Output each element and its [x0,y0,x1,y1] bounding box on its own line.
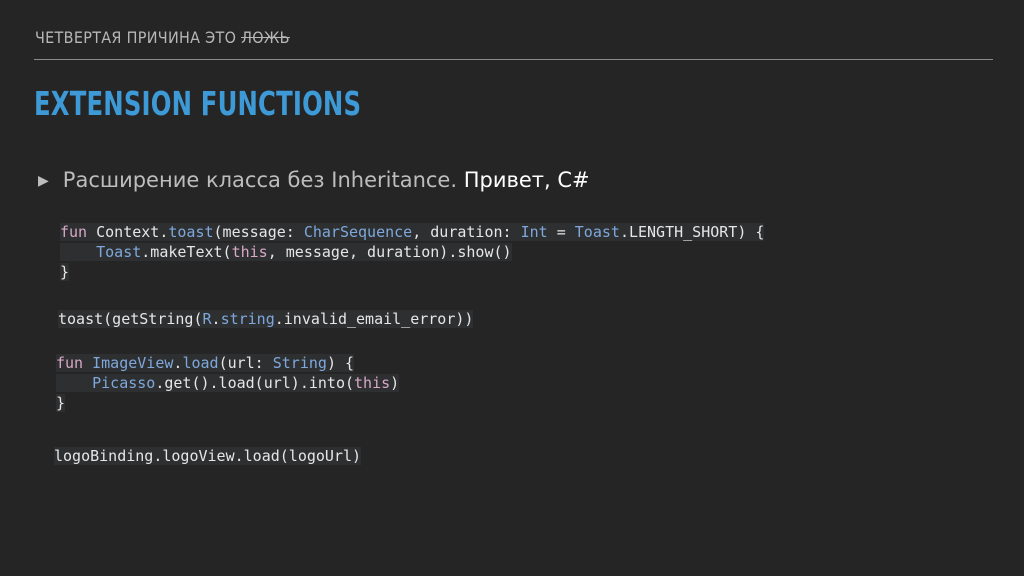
header-divider [34,59,993,60]
bullet-item: ▶ Расширение класса без Inheritance. Прив… [38,168,590,192]
code-token: , duration: [412,223,521,241]
code-line: Toast.makeText(this, message, duration).… [60,242,764,262]
code-token: toast [168,223,214,241]
code-block-load-extension: fun ImageView.load(url: String) { Picass… [56,353,400,413]
code-token: .LENGTH_SHORT) { [619,223,765,241]
code-line: } [56,393,399,413]
code-line: Picasso.get().load(url).into(this) [56,373,400,393]
header-text: ЧЕТВЕРТАЯ ПРИЧИНА ЭТО [35,28,242,47]
code-token: .get().load(url).into( [155,374,355,392]
bullet-highlight: Привет, C# [463,168,590,192]
code-token: ) { [326,354,355,372]
code-token: string [220,310,275,328]
code-token: } [60,263,70,281]
bullet-text: Расширение класса без Inheritance. [62,168,464,192]
code-token: fun [56,354,93,372]
code-token: Int [520,223,548,241]
code-line: fun ImageView.load(url: String) { [56,353,399,373]
code-token: } [56,394,66,412]
triangle-right-icon: ▶ [38,173,49,189]
code-block-toast-usage: toast(getString(R.string.invalid_email_e… [58,309,474,329]
code-token: Context. [96,223,169,241]
code-line: } [60,262,764,282]
code-token: toast(getString( [58,310,203,328]
code-token: .makeText( [141,243,232,261]
code-token: load [182,354,219,372]
code-block-toast-extension: fun Context.toast(message: CharSequence,… [60,222,765,282]
code-token: ImageView [92,354,174,372]
code-line: fun Context.toast(message: CharSequence,… [60,222,765,242]
slide-title: EXTENSION FUNCTIONS [34,84,362,123]
code-token: logoBinding.logoView.load(logoUrl) [54,447,362,465]
code-block-load-usage: logoBinding.logoView.load(logoUrl) [54,446,362,466]
code-line: logoBinding.logoView.load(logoUrl) [54,446,362,466]
code-token: String [272,354,327,372]
code-token: ) [390,374,400,392]
code-token: . [211,310,221,328]
code-token: .invalid_email_error)) [274,310,474,328]
code-token: , message, duration).show() [267,243,512,261]
code-token: = [547,223,575,241]
code-token: (url: [218,354,273,372]
code-token: fun [60,223,97,241]
code-token: Toast [574,223,620,241]
code-token: Picasso [92,374,156,392]
code-token: CharSequence [303,223,413,241]
slide-header: ЧЕТВЕРТАЯ ПРИЧИНА ЭТО ЛОЖЬ [35,28,290,47]
code-token: this [354,374,391,392]
code-line: toast(getString(R.string.invalid_email_e… [58,309,474,329]
header-struck-text: ЛОЖЬ [241,28,290,47]
code-token: R [202,310,212,328]
code-token: this [231,243,268,261]
code-token: (message: [213,223,304,241]
code-token: Toast [96,243,142,261]
